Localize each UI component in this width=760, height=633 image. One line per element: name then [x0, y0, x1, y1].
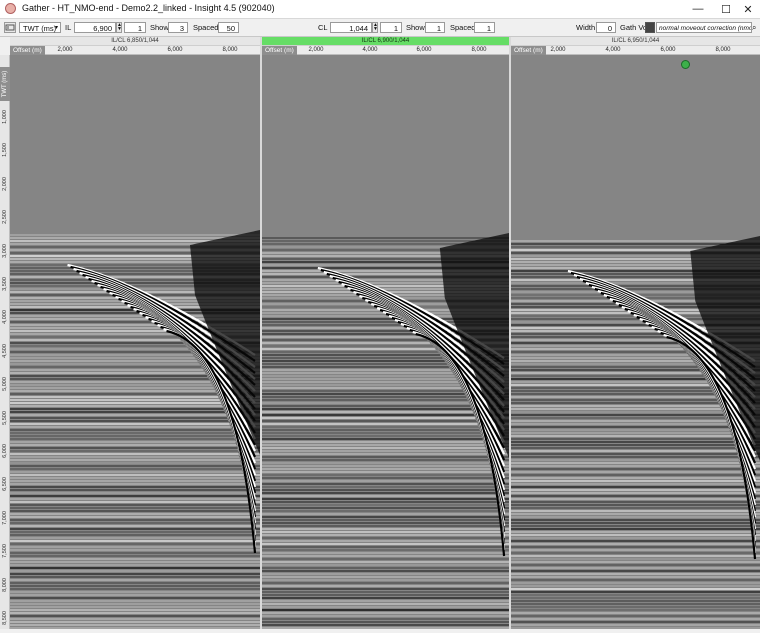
- y-tick-label: 7,500: [2, 544, 8, 559]
- x-tick-label: 2,000: [550, 47, 566, 53]
- offset-axis: Offset (m) 2,000 4,000 6,000 8,000: [262, 46, 509, 55]
- chevron-down-icon: ▾: [54, 25, 58, 31]
- y-tick-label: 8,500: [2, 611, 8, 625]
- y-axis: TWT (ms) 1,000 1,500 2,000 2,500 3,000 3,500 4…: [0, 55, 10, 629]
- gather-panel-2[interactable]: IL/CL 6,900/1,044 Offset (m) 2,000 4,000…: [262, 37, 509, 629]
- cl-spaced-label: Spaced: [450, 23, 476, 32]
- y-tick-label: 5,500: [2, 410, 8, 425]
- gath-vol-input[interactable]: normal moveout correction (nmo): [656, 22, 752, 33]
- y-tick-label: 4,000: [2, 310, 8, 325]
- search-icon[interactable]: ⌕: [752, 22, 760, 33]
- y-tick-label: 3,000: [2, 243, 8, 258]
- offset-axis-title: Offset (m): [262, 46, 297, 55]
- x-tick-label: 8,000: [715, 47, 731, 53]
- seismic-gather-image: [262, 55, 509, 629]
- x-tick-label: 2,000: [308, 47, 324, 53]
- il-spaced-label: Spaced: [193, 23, 219, 32]
- offset-axis: Offset (m) 2,000 4,000 6,000 8,000: [511, 46, 760, 55]
- cl-show-input[interactable]: 1: [425, 22, 445, 33]
- y-tick-label: 6,000: [2, 444, 8, 458]
- gather-panel-3[interactable]: IL/CL 6,950/1,044 Offset (m) 2,000 4,000…: [511, 37, 760, 629]
- minimize-button[interactable]: —: [684, 0, 712, 18]
- offset-axis-title: Offset (m): [511, 46, 546, 55]
- axis-select[interactable]: TWT (ms) ▾: [19, 22, 61, 33]
- x-tick-label: 6,000: [660, 47, 676, 53]
- cl-label: CL: [318, 23, 328, 32]
- y-tick-label: 2,000: [2, 176, 8, 191]
- axis-select-value: TWT (ms): [23, 24, 57, 33]
- panel-header: IL/CL 6,950/1,044: [511, 37, 760, 46]
- width-label: Width: [576, 23, 596, 32]
- x-tick-label: 4,000: [112, 47, 128, 53]
- width-input[interactable]: 0: [596, 22, 616, 33]
- x-tick-label: 4,000: [605, 47, 621, 53]
- x-tick-label: 2,000: [57, 47, 73, 53]
- app-logo-icon: [5, 3, 16, 14]
- y-tick-label: 3,500: [2, 277, 8, 291]
- x-tick-label: 6,000: [167, 47, 183, 53]
- y-axis-title: TWT (ms): [0, 67, 10, 101]
- seismic-gather-image: [10, 55, 260, 629]
- offset-axis: Offset (m) 2,000 4,000 6,000 8,000: [10, 46, 260, 55]
- y-tick-label: 2,500: [2, 210, 8, 225]
- cl-show-label: Show: [406, 23, 425, 32]
- il-label: IL: [65, 23, 72, 32]
- il-spinner[interactable]: ▲ ▼: [116, 22, 122, 33]
- cl-spaced-input[interactable]: 1: [474, 22, 495, 33]
- cl-input[interactable]: 1,044: [330, 22, 372, 33]
- chart-settings-icon[interactable]: [4, 22, 16, 33]
- cursor-marker-icon: [681, 60, 690, 69]
- panel-header: IL/CL 6,850/1,044: [10, 37, 260, 46]
- x-tick-label: 6,000: [416, 47, 432, 53]
- y-tick-label: 1,000: [2, 110, 8, 124]
- close-button[interactable]: ✕: [734, 0, 760, 18]
- x-tick-label: 8,000: [222, 47, 238, 53]
- x-tick-label: 4,000: [362, 47, 378, 53]
- y-tick-label: 5,000: [2, 377, 8, 392]
- toolbar: TWT (ms) ▾ IL 6,900 ▲ ▼ 1 Show 3 Spaced 5…: [0, 19, 760, 37]
- il-show-label: Show: [150, 23, 169, 32]
- y-tick-label: 8,000: [2, 577, 8, 592]
- gather-panel-1[interactable]: IL/CL 6,850/1,044 Offset (m) 2,000 4,000…: [10, 37, 260, 629]
- il-show-input[interactable]: 3: [168, 22, 188, 33]
- il-step-input[interactable]: 1: [124, 22, 146, 33]
- cl-spinner[interactable]: ▲ ▼: [372, 22, 378, 33]
- cl-step-input[interactable]: 1: [380, 22, 402, 33]
- x-tick-label: 8,000: [471, 47, 487, 53]
- volume-icon[interactable]: [645, 22, 655, 33]
- seismic-gather-image: [511, 55, 760, 629]
- window-title: Gather - HT_NMO-end - Demo2.2_linked - I…: [22, 3, 275, 13]
- il-input[interactable]: 6,900: [74, 22, 116, 33]
- y-tick-label: 1,500: [2, 143, 8, 158]
- il-spaced-input[interactable]: 50: [218, 22, 239, 33]
- title-bar: Gather - HT_NMO-end - Demo2.2_linked - I…: [0, 0, 760, 19]
- panel-header-active: IL/CL 6,900/1,044: [262, 37, 509, 46]
- y-tick-label: 7,000: [2, 510, 8, 525]
- y-tick-label: 4,500: [2, 343, 8, 358]
- offset-axis-title: Offset (m): [10, 46, 45, 55]
- y-tick-label: 6,500: [2, 477, 8, 492]
